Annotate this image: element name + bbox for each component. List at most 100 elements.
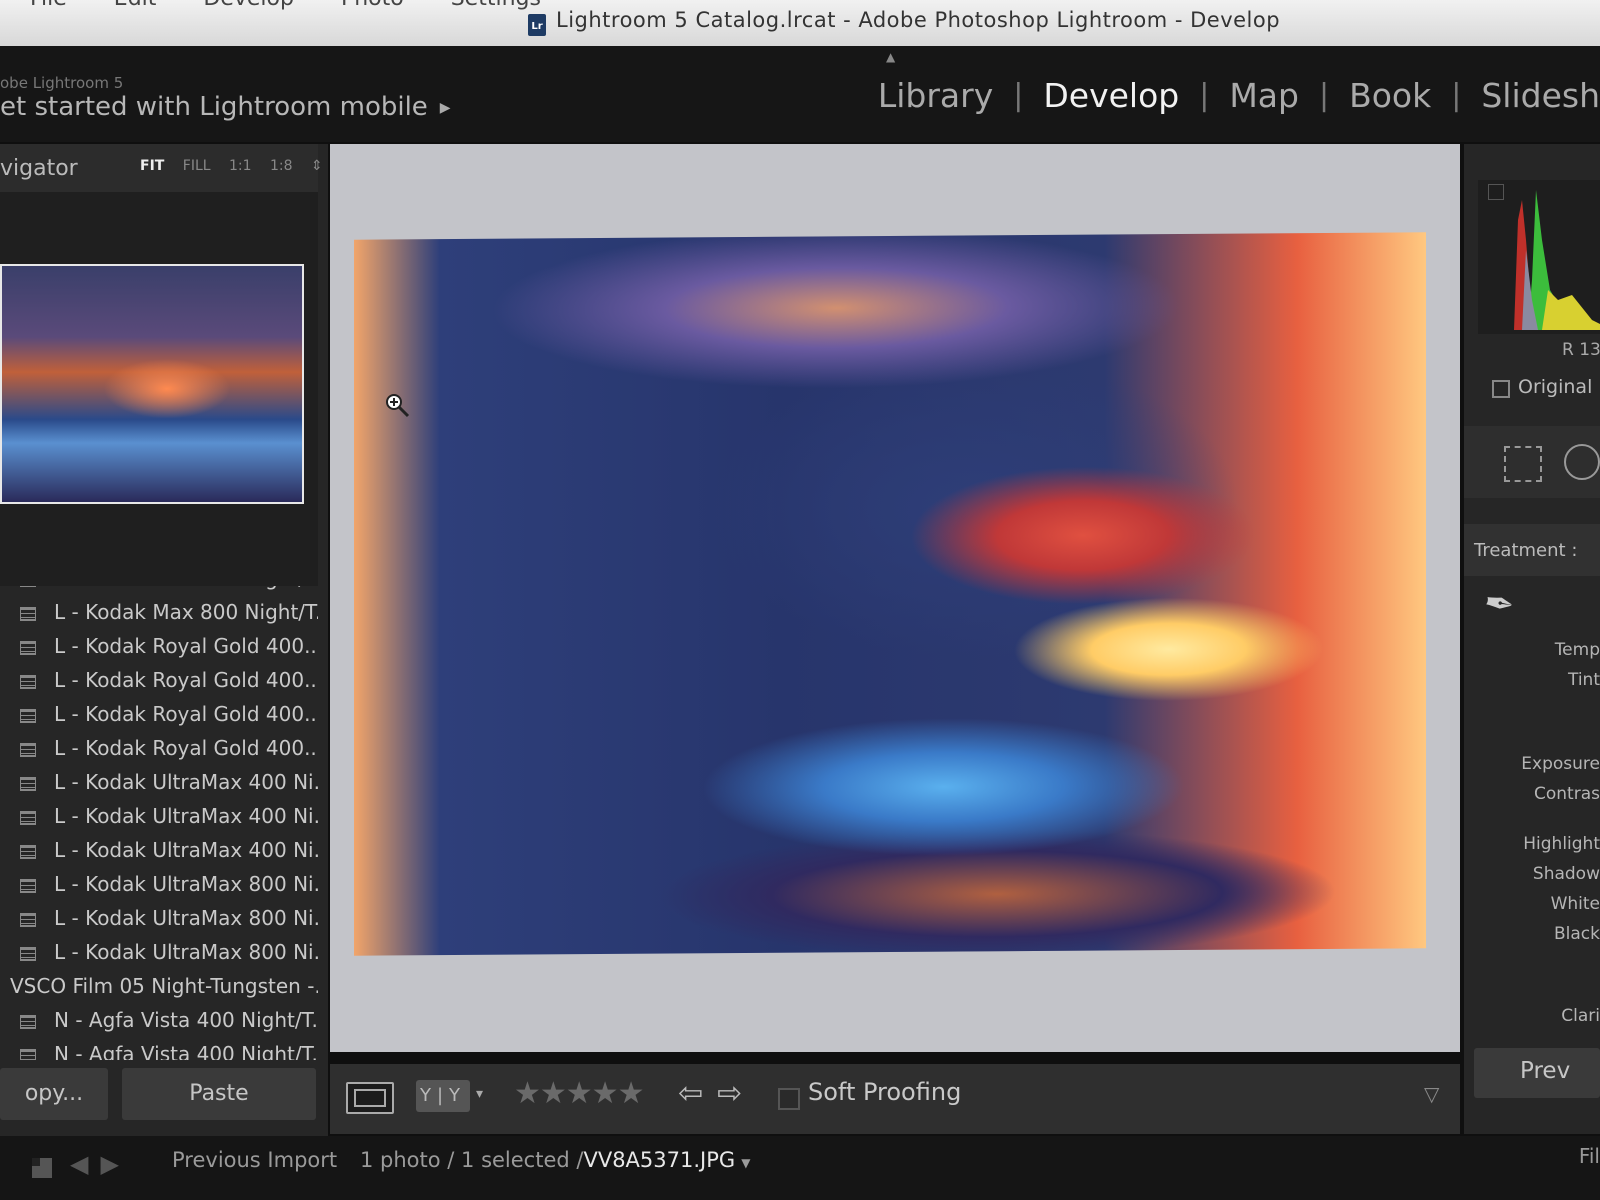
preset-icon	[20, 845, 36, 859]
treatment-label[interactable]: Treatment :	[1474, 540, 1577, 561]
module-separator: |	[1013, 78, 1024, 113]
preset-label: L - Kodak Max 800 Night/T...	[54, 586, 318, 590]
slider-whites[interactable]: White	[1551, 894, 1600, 914]
slider-contrast[interactable]: Contras	[1534, 784, 1600, 804]
collapse-top-panel-icon[interactable]: ▲	[886, 50, 895, 64]
loupe-view-icon[interactable]	[346, 1082, 394, 1114]
navigator-header[interactable]: vigator FIT FILL 1:1 1:8 ⇕	[0, 144, 323, 192]
preset-icon	[20, 586, 36, 587]
back-icon[interactable]: ◀	[70, 1150, 88, 1178]
before-after-button[interactable]: Y|Y	[416, 1080, 470, 1112]
zoom-fill[interactable]: FILL	[183, 158, 211, 174]
grid-view-icon[interactable]	[32, 1158, 52, 1178]
preset-item[interactable]: L - Kodak Max 800 Night/T...	[0, 598, 318, 632]
identity-message: et started with Lightroom mobile	[0, 92, 428, 122]
module-separator: |	[1451, 78, 1462, 113]
navigator-preview[interactable]	[0, 192, 318, 598]
preset-item[interactable]: N - Agfa Vista 400 Night/T...	[0, 1006, 318, 1040]
before-after-dropdown-icon[interactable]: ▾	[476, 1086, 483, 1102]
slider-clarity[interactable]: Clari	[1561, 1006, 1600, 1026]
copy-button[interactable]: opy...	[0, 1068, 108, 1120]
filmstrip-source[interactable]: Previous Import	[172, 1148, 337, 1172]
next-photo-icon[interactable]: ⇨	[717, 1076, 742, 1111]
preset-item[interactable]: L - Kodak Royal Gold 400...	[0, 666, 318, 700]
preset-label: L - Kodak UltraMax 400 Ni...	[54, 804, 318, 828]
preset-label: L - Kodak UltraMax 400 Ni...	[54, 770, 318, 794]
module-map[interactable]: Map	[1229, 76, 1299, 115]
preset-icon	[20, 607, 36, 621]
preset-label: L - Kodak UltraMax 800 Ni...	[54, 872, 318, 896]
filmstrip-bar: ◀ ▶ Previous Import 1 photo / 1 selected …	[0, 1136, 1600, 1200]
previous-photo-icon[interactable]: ⇦	[678, 1076, 703, 1111]
module-library[interactable]: Library	[878, 76, 993, 115]
module-develop[interactable]: Develop	[1043, 76, 1179, 115]
module-slideshow[interactable]: Slidesh	[1481, 76, 1600, 115]
preset-folder[interactable]: VSCO Film 05 Night-Tungsten -...	[0, 972, 318, 1006]
preset-label: L - Kodak Royal Gold 400...	[54, 736, 318, 760]
navigator-thumbnail[interactable]	[0, 264, 304, 504]
preset-item[interactable]: L - Kodak Max 800 Night/T...	[0, 586, 318, 598]
toolbar-options-icon[interactable]: ▽	[1424, 1082, 1439, 1106]
slider-highlights[interactable]: Highlight	[1523, 834, 1600, 854]
preset-icon	[20, 1049, 36, 1060]
module-book[interactable]: Book	[1349, 76, 1431, 115]
preset-item[interactable]: N - Agfa Vista 400 Night/T...	[0, 1040, 318, 1060]
preset-item[interactable]: L - Kodak UltraMax 800 Ni...	[0, 938, 318, 972]
preset-icon	[20, 675, 36, 689]
slider-tint[interactable]: Tint	[1568, 670, 1600, 690]
preset-item[interactable]: L - Kodak UltraMax 400 Ni...	[0, 768, 318, 802]
basic-panel-header: Treatment :	[1464, 524, 1600, 576]
photo-preview[interactable]	[354, 232, 1426, 956]
preset-label: VSCO Film 05 Night-Tungsten -...	[10, 974, 318, 998]
paste-button[interactable]: Paste	[122, 1068, 316, 1120]
zoom-1-8[interactable]: 1:8	[270, 158, 293, 174]
histogram-graph	[1502, 190, 1600, 330]
preset-icon	[20, 743, 36, 757]
menu-bar[interactable]: File Edit Develop Photo Settings	[30, 0, 541, 11]
play-arrow-icon[interactable]: ▶	[440, 100, 451, 116]
chevron-down-icon[interactable]: ▼	[741, 1156, 750, 1170]
soft-proofing-checkbox[interactable]	[778, 1088, 800, 1110]
filmstrip-selection[interactable]: 1 photo / 1 selected /VV8A5371.JPG ▼	[360, 1148, 750, 1172]
navigation-arrows: ⇦ ⇨	[678, 1076, 756, 1111]
preset-item[interactable]: L - Kodak UltraMax 800 Ni...	[0, 870, 318, 904]
preset-item[interactable]: L - Kodak Royal Gold 400...	[0, 632, 318, 666]
soft-proofing-label[interactable]: Soft Proofing	[808, 1078, 961, 1106]
previous-settings-button[interactable]: Prev	[1474, 1048, 1600, 1098]
forward-icon[interactable]: ▶	[100, 1150, 118, 1178]
preset-label: N - Agfa Vista 400 Night/T...	[54, 1008, 318, 1032]
zoom-stepper-icon[interactable]: ⇕	[311, 158, 323, 174]
star-rating[interactable]: ★★★★★	[514, 1076, 644, 1111]
window-title-bar: File Edit Develop Photo Settings Lr Ligh…	[0, 0, 1600, 46]
original-photo-label[interactable]: Original P	[1518, 376, 1600, 398]
crop-tool-icon[interactable]	[1504, 446, 1542, 482]
brand-label: obe Lightroom 5	[0, 74, 124, 92]
module-bar: ▲ obe Lightroom 5 et started with Lightr…	[0, 46, 1600, 142]
zoom-1-1[interactable]: 1:1	[229, 158, 252, 174]
identity-plate[interactable]: et started with Lightroom mobile ▶	[0, 92, 451, 122]
preset-item[interactable]: L - Kodak Royal Gold 400...	[0, 700, 318, 734]
white-balance-eyedropper-icon[interactable]: ✒	[1481, 582, 1518, 628]
preset-label: L - Kodak Royal Gold 400...	[54, 702, 318, 726]
preset-item[interactable]: L - Kodak UltraMax 400 Ni...	[0, 836, 318, 870]
filter-label[interactable]: Fil	[1579, 1144, 1600, 1168]
preset-label: N - Agfa Vista 400 Night/T...	[54, 1042, 318, 1060]
slider-temp[interactable]: Temp	[1555, 640, 1600, 660]
slider-shadows[interactable]: Shadow	[1533, 864, 1600, 884]
preset-item[interactable]: L - Kodak UltraMax 800 Ni...	[0, 904, 318, 938]
preset-icon	[20, 913, 36, 927]
navigator-title: vigator	[0, 156, 78, 181]
histogram[interactable]	[1478, 180, 1600, 334]
slider-blacks[interactable]: Black	[1554, 924, 1600, 944]
original-photo-checkbox[interactable]	[1492, 380, 1510, 398]
preset-item[interactable]: L - Kodak Royal Gold 400...	[0, 734, 318, 768]
preset-item[interactable]: L - Kodak UltraMax 400 Ni...	[0, 802, 318, 836]
image-canvas[interactable]	[330, 144, 1460, 1052]
spot-removal-icon[interactable]	[1564, 444, 1600, 480]
selection-count: 1 photo / 1 selected /	[360, 1148, 584, 1172]
module-separator: |	[1318, 78, 1330, 113]
zoom-fit[interactable]: FIT	[140, 158, 164, 174]
histogram-readout: R 13	[1562, 340, 1600, 360]
presets-list: L - Kodak Max 800 Night/T... L - Kodak Ma…	[0, 586, 318, 1060]
slider-exposure[interactable]: Exposure	[1521, 754, 1600, 774]
